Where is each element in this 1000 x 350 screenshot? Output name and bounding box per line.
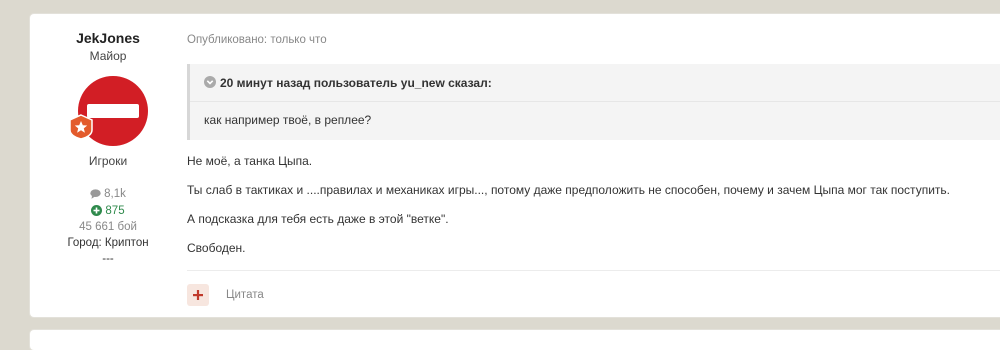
forum-post: JekJones Майор Игроки 8,1k 875 45 661 бо… [30, 14, 1000, 317]
reputation[interactable]: 875 [30, 205, 186, 217]
chevron-circle-icon [204, 76, 216, 88]
quote-text: как например твоё, в реплее? [204, 113, 372, 127]
reputation-value: 875 [105, 205, 125, 217]
posts-count: 8,1k [30, 188, 186, 200]
quote-citation: 20 минут назад пользователь yu_new сказа… [220, 76, 492, 90]
star-icon [69, 114, 93, 140]
post-paragraph: Свободен. [187, 241, 246, 255]
plus-circle-icon [91, 205, 103, 216]
author-name[interactable]: JekJones [30, 30, 186, 46]
quote-header[interactable]: 20 минут назад пользователь yu_new сказа… [190, 64, 1000, 102]
post-paragraph: Не моё, а танка Цыпа. [187, 154, 313, 168]
published-time: Опубликовано: только что [187, 34, 327, 46]
author-rank: Майор [89, 49, 127, 63]
post-paragraph: А подсказка для тебя есть даже в этой "в… [187, 212, 449, 226]
divider [187, 270, 1000, 271]
speech-bubble-icon [90, 189, 101, 199]
quote-button[interactable] [187, 284, 209, 306]
posts-count-value: 8,1k [104, 188, 126, 200]
author-extra: --- [102, 253, 114, 265]
quote-link[interactable]: Цитата [226, 289, 264, 301]
post-paragraph: Ты слаб в тактиках и ....правилах и меха… [187, 183, 950, 197]
next-post [30, 330, 1000, 350]
author-city: Город: Криптон [67, 237, 149, 249]
quote-block: 20 минут назад пользователь yu_new сказа… [187, 64, 1000, 140]
author-group: Игроки [88, 154, 128, 168]
avatar[interactable] [69, 74, 150, 148]
plus-icon [193, 290, 203, 300]
battles-count: 45 661 бой [79, 221, 137, 233]
